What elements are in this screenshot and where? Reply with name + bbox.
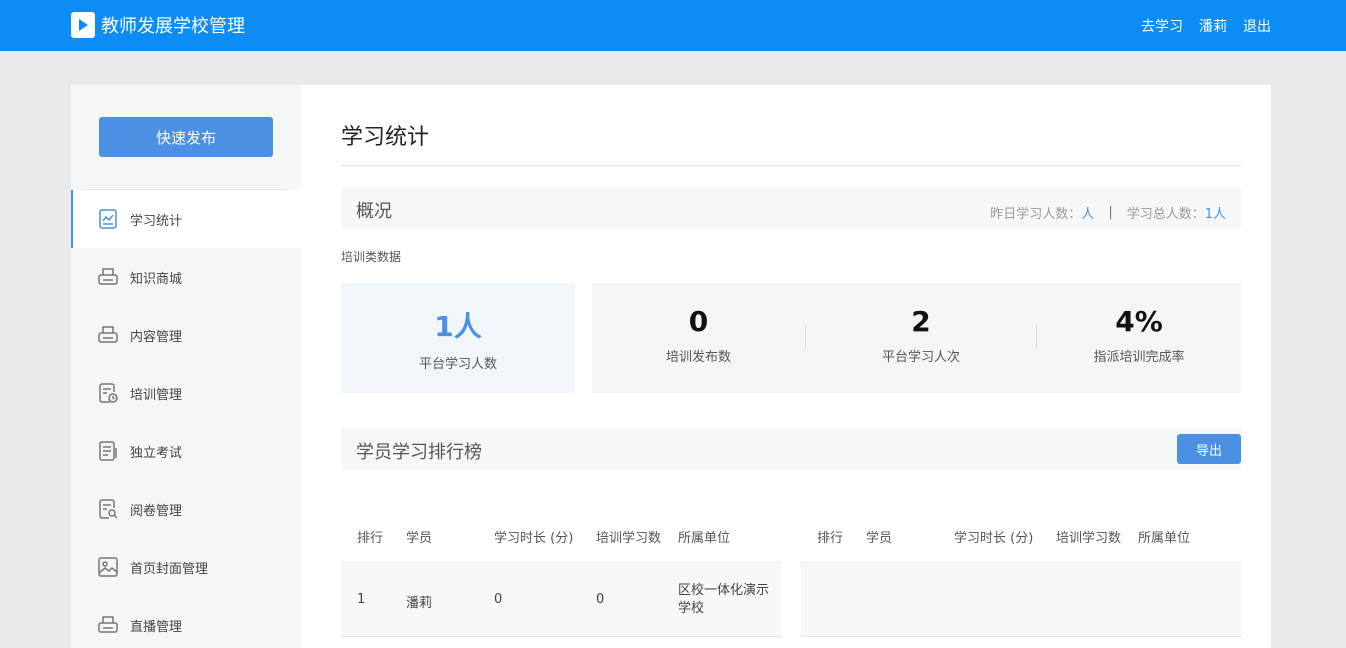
- ranking-title: 学员学习排行榜: [356, 442, 482, 463]
- stat-label: 平台学习人次: [881, 350, 960, 365]
- cell-training-count: 0: [596, 592, 605, 607]
- play-logo-icon: [71, 12, 95, 38]
- col-rank: 排行: [357, 531, 384, 546]
- sidebar-item-training-management[interactable]: 培训管理: [71, 364, 301, 422]
- table-row[interactable]: 1 潘莉 0 0 区校一体化演示学校: [341, 563, 781, 637]
- overview-stats: 昨日学习人数： 人 | 学习总人数： 1人: [990, 203, 1226, 222]
- ranking-table-right: 排行 学员 学习时长 (分) 培训学习数 所属单位: [801, 505, 1241, 637]
- sidebar-item-label: 独立考试: [130, 445, 183, 461]
- sidebar-item-live-management[interactable]: 直播管理: [71, 596, 301, 648]
- col-training-count: 培训学习数: [596, 531, 662, 546]
- stat-value: 0: [688, 305, 709, 338]
- yesterday-value: 人: [1081, 207, 1095, 222]
- sidebar-item-content-management[interactable]: 内容管理: [71, 306, 301, 364]
- sidebar-item-learning-stats[interactable]: 学习统计: [71, 190, 301, 248]
- page-title: 学习统计: [341, 125, 430, 150]
- col-training-count: 培训学习数: [1056, 531, 1122, 546]
- training-data-subhead: 培训类数据: [341, 250, 402, 264]
- title-divider: [341, 165, 1241, 166]
- sidebar-item-grading-management[interactable]: 阅卷管理: [71, 480, 301, 538]
- sidebar-item-label: 首页封面管理: [130, 561, 209, 577]
- sidebar-item-cover-management[interactable]: 首页封面管理: [71, 538, 301, 596]
- col-unit: 所属单位: [678, 531, 731, 546]
- overview-title: 概况: [356, 201, 392, 222]
- chart-doc-icon: [97, 208, 119, 230]
- table-row-empty: [801, 563, 1241, 637]
- doc-search-icon: [97, 498, 119, 520]
- sidebar-item-knowledge-mall[interactable]: 知识商城: [71, 248, 301, 306]
- yesterday-label: 昨日学习人数：: [990, 207, 1082, 222]
- table-header: 排行 学员 学习时长 (分) 培训学习数 所属单位: [341, 505, 781, 563]
- content-panel: 快速发布 学习统计 知识商城 内容管理 培训管理 独立考试 阅卷管理 首页封面管…: [71, 85, 1271, 648]
- cell-minutes: 0: [494, 592, 503, 607]
- stat-value: 1人: [434, 310, 482, 343]
- sidebar-item-label: 培训管理: [130, 387, 183, 403]
- col-student: 学员: [866, 531, 893, 546]
- total-value: 1人: [1204, 207, 1226, 222]
- sidebar-item-label: 阅卷管理: [130, 503, 183, 519]
- sidebar-item-label: 内容管理: [130, 329, 183, 345]
- stat-card-completion-rate: 4% 指派培训完成率: [1037, 283, 1241, 393]
- stat-card-group: 0 培训发布数 2 平台学习人次 4% 指派培训完成率: [592, 283, 1241, 393]
- brand[interactable]: 教师发展学校管理: [71, 12, 245, 38]
- doc-list-icon: [97, 440, 119, 462]
- printer-icon: [97, 266, 119, 288]
- sidebar-item-label: 直播管理: [130, 619, 183, 635]
- sidebar: 快速发布 学习统计 知识商城 内容管理 培训管理 独立考试 阅卷管理 首页封面管…: [71, 85, 301, 648]
- ranking-section: 学员学习排行榜 导出: [341, 428, 1241, 470]
- stat-label: 平台学习人数: [418, 357, 497, 372]
- app-title: 教师发展学校管理: [101, 16, 245, 37]
- image-icon: [97, 556, 119, 578]
- printer-icon: [97, 324, 119, 346]
- col-minutes: 学习时长 (分): [954, 531, 1034, 546]
- total-label: 学习总人数：: [1126, 207, 1205, 222]
- stat-label: 指派培训完成率: [1093, 350, 1185, 365]
- stat-card-platform-learners: 1人 平台学习人数: [341, 283, 575, 393]
- stat-card-training-published: 0 培训发布数: [592, 283, 805, 393]
- user-name-link[interactable]: 潘莉: [1199, 16, 1227, 36]
- stat-label: 培训发布数: [665, 350, 731, 365]
- cell-student: 潘莉: [406, 596, 433, 611]
- table-header: 排行 学员 学习时长 (分) 培训学习数 所属单位: [801, 505, 1241, 563]
- sidebar-item-label: 学习统计: [130, 213, 183, 229]
- printer-icon: [97, 614, 119, 636]
- col-rank: 排行: [817, 531, 844, 546]
- col-minutes: 学习时长 (分): [494, 531, 574, 546]
- top-bar: 教师发展学校管理 去学习 潘莉 退出: [0, 0, 1346, 51]
- export-button[interactable]: 导出: [1177, 434, 1241, 464]
- logout-link[interactable]: 退出: [1243, 16, 1271, 36]
- stat-value: 2: [911, 305, 931, 338]
- stats-separator: |: [1108, 205, 1113, 220]
- cell-unit: 区校一体化演示学校: [678, 583, 770, 616]
- overview-section: 概况 昨日学习人数： 人 | 学习总人数： 1人: [341, 187, 1241, 229]
- top-nav: 去学习 潘莉 退出: [1141, 16, 1271, 36]
- go-study-link[interactable]: 去学习: [1141, 16, 1183, 36]
- main-content: 学习统计 概况 昨日学习人数： 人 | 学习总人数： 1人 培训类数据 1人 平…: [341, 85, 1241, 648]
- col-student: 学员: [406, 531, 433, 546]
- quick-publish-button[interactable]: 快速发布: [99, 117, 273, 157]
- cell-rank: 1: [357, 592, 366, 607]
- sidebar-nav: 学习统计 知识商城 内容管理 培训管理 独立考试 阅卷管理 首页封面管理 直播管…: [71, 190, 301, 648]
- doc-clock-icon: [97, 382, 119, 404]
- stat-value: 4%: [1115, 305, 1163, 338]
- stat-card-learning-sessions: 2 平台学习人次: [806, 283, 1036, 393]
- sidebar-item-label: 知识商城: [130, 271, 183, 287]
- col-unit: 所属单位: [1138, 531, 1191, 546]
- ranking-table-left: 排行 学员 学习时长 (分) 培训学习数 所属单位 1 潘莉 0 0 区校一体化…: [341, 505, 781, 637]
- sidebar-item-independent-exam[interactable]: 独立考试: [71, 422, 301, 480]
